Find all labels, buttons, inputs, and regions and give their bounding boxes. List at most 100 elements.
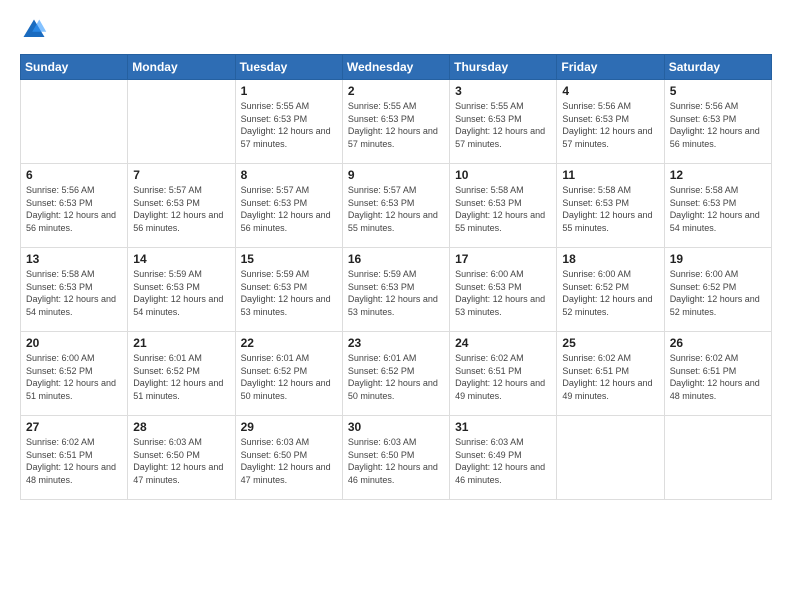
day-number: 18 xyxy=(562,252,658,266)
calendar-cell: 13 Sunrise: 5:58 AM Sunset: 6:53 PM Dayli… xyxy=(21,248,128,332)
week-row: 27 Sunrise: 6:02 AM Sunset: 6:51 PM Dayli… xyxy=(21,416,772,500)
day-info: Sunrise: 6:00 AM Sunset: 6:52 PM Dayligh… xyxy=(562,268,658,318)
day-number: 11 xyxy=(562,168,658,182)
day-info: Sunrise: 6:01 AM Sunset: 6:52 PM Dayligh… xyxy=(348,352,444,402)
day-number: 13 xyxy=(26,252,122,266)
calendar-cell xyxy=(557,416,664,500)
day-info: Sunrise: 5:56 AM Sunset: 6:53 PM Dayligh… xyxy=(26,184,122,234)
calendar-cell: 24 Sunrise: 6:02 AM Sunset: 6:51 PM Dayli… xyxy=(450,332,557,416)
calendar-cell: 21Sunrise: 6:01 AM Sunset: 6:52 PM Dayli… xyxy=(128,332,235,416)
day-info: Sunrise: 5:55 AM Sunset: 6:53 PM Dayligh… xyxy=(348,100,444,150)
day-number: 1 xyxy=(241,84,337,98)
header xyxy=(20,16,772,44)
day-number: 25 xyxy=(562,336,658,350)
day-info: Sunrise: 6:00 AM Sunset: 6:53 PM Dayligh… xyxy=(455,268,551,318)
header-row: SundayMondayTuesdayWednesdayThursdayFrid… xyxy=(21,55,772,80)
day-info: Sunrise: 5:58 AM Sunset: 6:53 PM Dayligh… xyxy=(455,184,551,234)
day-number: 23 xyxy=(348,336,444,350)
calendar-cell: 30 Sunrise: 6:03 AM Sunset: 6:50 PM Dayli… xyxy=(342,416,449,500)
day-number: 12 xyxy=(670,168,766,182)
weekday-header: Wednesday xyxy=(342,55,449,80)
week-row: 6 Sunrise: 5:56 AM Sunset: 6:53 PM Daylig… xyxy=(21,164,772,248)
day-info: Sunrise: 6:00 AM Sunset: 6:52 PM Dayligh… xyxy=(26,352,122,402)
weekday-header: Friday xyxy=(557,55,664,80)
day-info: Sunrise: 6:01 AM Sunset: 6:52 PM Dayligh… xyxy=(241,352,337,402)
day-info: Sunrise: 6:03 AM Sunset: 6:50 PM Dayligh… xyxy=(241,436,337,486)
day-info: Sunrise: 5:59 AM Sunset: 6:53 PM Dayligh… xyxy=(348,268,444,318)
calendar-cell: 19Sunrise: 6:00 AM Sunset: 6:52 PM Dayli… xyxy=(664,248,771,332)
weekday-header: Sunday xyxy=(21,55,128,80)
week-row: 1 Sunrise: 5:55 AM Sunset: 6:53 PM Daylig… xyxy=(21,80,772,164)
day-info: Sunrise: 6:03 AM Sunset: 6:49 PM Dayligh… xyxy=(455,436,551,486)
day-number: 6 xyxy=(26,168,122,182)
day-number: 31 xyxy=(455,420,551,434)
calendar-cell: 4Sunrise: 5:56 AM Sunset: 6:53 PM Daylig… xyxy=(557,80,664,164)
calendar-cell xyxy=(128,80,235,164)
day-number: 15 xyxy=(241,252,337,266)
day-info: Sunrise: 5:56 AM Sunset: 6:53 PM Dayligh… xyxy=(670,100,766,150)
calendar-cell: 7 Sunrise: 5:57 AM Sunset: 6:53 PM Daylig… xyxy=(128,164,235,248)
calendar-cell xyxy=(664,416,771,500)
calendar-cell: 15 Sunrise: 5:59 AM Sunset: 6:53 PM Dayli… xyxy=(235,248,342,332)
calendar-cell: 9 Sunrise: 5:57 AM Sunset: 6:53 PM Daylig… xyxy=(342,164,449,248)
calendar-cell: 25 Sunrise: 6:02 AM Sunset: 6:51 PM Dayli… xyxy=(557,332,664,416)
logo-icon xyxy=(20,16,48,44)
calendar-cell: 3Sunrise: 5:55 AM Sunset: 6:53 PM Daylig… xyxy=(450,80,557,164)
day-info: Sunrise: 5:57 AM Sunset: 6:53 PM Dayligh… xyxy=(348,184,444,234)
day-info: Sunrise: 5:55 AM Sunset: 6:53 PM Dayligh… xyxy=(241,100,337,150)
calendar-cell: 8 Sunrise: 5:57 AM Sunset: 6:53 PM Daylig… xyxy=(235,164,342,248)
calendar-cell: 20Sunrise: 6:00 AM Sunset: 6:52 PM Dayli… xyxy=(21,332,128,416)
day-number: 26 xyxy=(670,336,766,350)
day-number: 8 xyxy=(241,168,337,182)
calendar-cell: 26 Sunrise: 6:02 AM Sunset: 6:51 PM Dayli… xyxy=(664,332,771,416)
day-info: Sunrise: 5:57 AM Sunset: 6:53 PM Dayligh… xyxy=(241,184,337,234)
calendar-cell: 10 Sunrise: 5:58 AM Sunset: 6:53 PM Dayli… xyxy=(450,164,557,248)
day-number: 22 xyxy=(241,336,337,350)
day-info: Sunrise: 5:58 AM Sunset: 6:53 PM Dayligh… xyxy=(670,184,766,234)
week-row: 20Sunrise: 6:00 AM Sunset: 6:52 PM Dayli… xyxy=(21,332,772,416)
day-number: 21 xyxy=(133,336,229,350)
week-row: 13 Sunrise: 5:58 AM Sunset: 6:53 PM Dayli… xyxy=(21,248,772,332)
calendar-cell: 27 Sunrise: 6:02 AM Sunset: 6:51 PM Dayli… xyxy=(21,416,128,500)
day-info: Sunrise: 6:03 AM Sunset: 6:50 PM Dayligh… xyxy=(348,436,444,486)
calendar-cell: 28Sunrise: 6:03 AM Sunset: 6:50 PM Dayli… xyxy=(128,416,235,500)
calendar-cell: 17 Sunrise: 6:00 AM Sunset: 6:53 PM Dayli… xyxy=(450,248,557,332)
day-info: Sunrise: 5:59 AM Sunset: 6:53 PM Dayligh… xyxy=(241,268,337,318)
day-number: 30 xyxy=(348,420,444,434)
day-info: Sunrise: 6:02 AM Sunset: 6:51 PM Dayligh… xyxy=(670,352,766,402)
day-number: 5 xyxy=(670,84,766,98)
weekday-header: Thursday xyxy=(450,55,557,80)
calendar-cell: 11 Sunrise: 5:58 AM Sunset: 6:53 PM Dayli… xyxy=(557,164,664,248)
logo xyxy=(20,16,52,44)
weekday-header: Tuesday xyxy=(235,55,342,80)
calendar-cell: 6 Sunrise: 5:56 AM Sunset: 6:53 PM Daylig… xyxy=(21,164,128,248)
day-info: Sunrise: 6:02 AM Sunset: 6:51 PM Dayligh… xyxy=(455,352,551,402)
day-info: Sunrise: 5:57 AM Sunset: 6:53 PM Dayligh… xyxy=(133,184,229,234)
calendar-table: SundayMondayTuesdayWednesdayThursdayFrid… xyxy=(20,54,772,500)
day-number: 2 xyxy=(348,84,444,98)
day-number: 29 xyxy=(241,420,337,434)
day-info: Sunrise: 6:02 AM Sunset: 6:51 PM Dayligh… xyxy=(562,352,658,402)
calendar-cell: 5 Sunrise: 5:56 AM Sunset: 6:53 PM Daylig… xyxy=(664,80,771,164)
page: SundayMondayTuesdayWednesdayThursdayFrid… xyxy=(0,0,792,612)
day-info: Sunrise: 5:58 AM Sunset: 6:53 PM Dayligh… xyxy=(26,268,122,318)
day-number: 14 xyxy=(133,252,229,266)
day-number: 27 xyxy=(26,420,122,434)
day-info: Sunrise: 6:03 AM Sunset: 6:50 PM Dayligh… xyxy=(133,436,229,486)
calendar-cell: 22 Sunrise: 6:01 AM Sunset: 6:52 PM Dayli… xyxy=(235,332,342,416)
day-number: 24 xyxy=(455,336,551,350)
day-number: 9 xyxy=(348,168,444,182)
day-info: Sunrise: 6:00 AM Sunset: 6:52 PM Dayligh… xyxy=(670,268,766,318)
day-number: 7 xyxy=(133,168,229,182)
day-info: Sunrise: 6:02 AM Sunset: 6:51 PM Dayligh… xyxy=(26,436,122,486)
day-number: 4 xyxy=(562,84,658,98)
day-number: 3 xyxy=(455,84,551,98)
day-number: 17 xyxy=(455,252,551,266)
day-info: Sunrise: 5:58 AM Sunset: 6:53 PM Dayligh… xyxy=(562,184,658,234)
day-number: 10 xyxy=(455,168,551,182)
day-number: 16 xyxy=(348,252,444,266)
calendar-cell: 23 Sunrise: 6:01 AM Sunset: 6:52 PM Dayli… xyxy=(342,332,449,416)
calendar-cell: 16 Sunrise: 5:59 AM Sunset: 6:53 PM Dayli… xyxy=(342,248,449,332)
weekday-header: Saturday xyxy=(664,55,771,80)
day-info: Sunrise: 5:59 AM Sunset: 6:53 PM Dayligh… xyxy=(133,268,229,318)
